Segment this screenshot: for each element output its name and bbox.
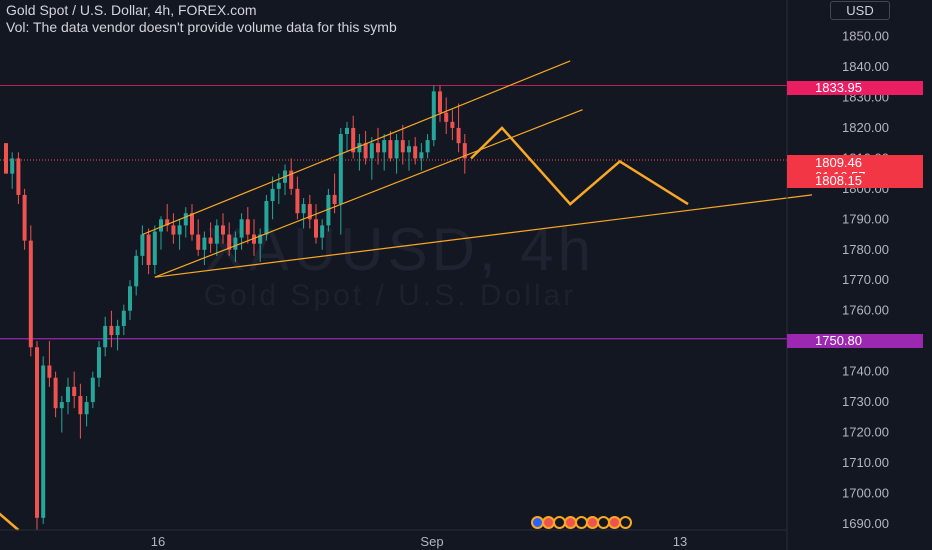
- candle-body: [320, 225, 325, 238]
- candle-body: [159, 219, 163, 232]
- price-tick-label: 1790.00: [842, 211, 889, 226]
- candle-body: [22, 194, 27, 241]
- price-tick-label: 1820.00: [842, 120, 889, 135]
- candle-body: [35, 347, 39, 518]
- candle-body: [425, 140, 430, 153]
- candle-body: [128, 286, 132, 311]
- candle-body: [115, 325, 120, 336]
- candle-body: [177, 225, 182, 235]
- time-tick-label: 16: [151, 534, 165, 549]
- candle-body: [16, 158, 21, 195]
- symbol-title: Gold Spot / U.S. Dollar, 4h, FOREX.com: [6, 2, 257, 18]
- candle-body: [270, 188, 275, 202]
- price-tick-label: 1710.00: [842, 455, 889, 470]
- candle-body: [59, 402, 64, 409]
- candle-body: [450, 121, 455, 128]
- price-tick-label: 1850.00: [842, 29, 889, 44]
- time-axis[interactable]: 16 Sep 13: [151, 534, 687, 549]
- candle-body: [109, 325, 114, 336]
- candle-body: [214, 225, 219, 244]
- candle-body: [338, 134, 343, 205]
- price-tick-label: 1760.00: [842, 303, 889, 318]
- candle-body: [363, 143, 368, 159]
- candle-body: [90, 377, 95, 403]
- candle-body: [171, 225, 176, 235]
- time-tick-label: 13: [673, 534, 687, 549]
- candle-body: [264, 201, 269, 235]
- candle-body: [314, 219, 318, 238]
- event-icon[interactable]: [619, 516, 632, 529]
- candle-body: [407, 146, 411, 153]
- candle-body: [196, 234, 201, 250]
- left-edge-projection: [0, 512, 20, 531]
- candle-body: [47, 365, 52, 378]
- candle-body: [245, 219, 250, 235]
- price-tick-label: 1780.00: [842, 242, 889, 257]
- resistance-price-tag: 1833.95: [787, 81, 923, 95]
- candle-body: [357, 143, 362, 153]
- candle-body: [413, 146, 418, 159]
- candle-body: [146, 234, 151, 265]
- watermark-name: Gold Spot / U.S. Dollar: [204, 279, 576, 312]
- candle-body: [183, 213, 188, 226]
- candle-body: [221, 225, 225, 235]
- candle-body: [103, 325, 108, 348]
- candle-body: [10, 158, 15, 174]
- time-tick-label: Sep: [420, 534, 443, 549]
- candle-body: [41, 365, 46, 518]
- upper-channel-line: [142, 60, 571, 236]
- candle-body: [369, 143, 374, 159]
- candle-body: [190, 213, 194, 235]
- candle-body: [72, 386, 77, 396]
- price-tick-label: 1740.00: [842, 364, 889, 379]
- currency-button[interactable]: USD: [830, 1, 890, 20]
- candle-body: [233, 237, 238, 250]
- candle-body: [444, 112, 449, 122]
- candle-body: [208, 237, 213, 244]
- candle-body: [97, 347, 101, 378]
- volume-note: Vol: The data vendor doesn't provide vol…: [6, 19, 397, 35]
- candle-body: [4, 143, 8, 174]
- bid-price-tag: 1808.15: [787, 174, 923, 188]
- candle-body: [295, 188, 300, 214]
- candle-body: [382, 140, 387, 153]
- candle-body: [66, 386, 70, 403]
- price-tick-label: 1840.00: [842, 59, 889, 74]
- candle-body: [419, 152, 424, 159]
- candle-body: [388, 140, 393, 159]
- price-tick-label: 1770.00: [842, 272, 889, 287]
- candle-body: [394, 140, 399, 159]
- candle-body: [438, 91, 442, 113]
- candle-body: [84, 402, 89, 415]
- candle-body: [134, 255, 139, 287]
- watermark-symbol: XAUUSD, 4h: [205, 216, 595, 283]
- candle-body: [345, 127, 349, 135]
- support-price-tag: 1750.80: [787, 334, 923, 348]
- candle-body: [53, 377, 58, 409]
- candle-body: [202, 237, 207, 250]
- candle-body: [28, 240, 33, 348]
- current-price: 1809.46: [815, 155, 862, 170]
- candle-body: [239, 219, 244, 238]
- price-tick-label: 1700.00: [842, 485, 889, 500]
- candle-body: [152, 231, 157, 265]
- candle-body: [276, 182, 281, 189]
- projected-path: [470, 126, 689, 206]
- candle-body: [121, 310, 126, 326]
- candle-body: [456, 127, 461, 144]
- price-axis[interactable]: 1850.001840.001830.001820.001810.001800.…: [842, 29, 889, 531]
- candle-body: [400, 140, 405, 153]
- candle-body: [301, 204, 306, 214]
- price-tick-label: 1720.00: [842, 425, 889, 440]
- candle-body: [376, 143, 380, 153]
- candle-body: [140, 234, 145, 256]
- candle-body: [78, 395, 83, 415]
- candle-body: [332, 194, 337, 205]
- price-tick-label: 1730.00: [842, 394, 889, 409]
- price-tick-label: 1690.00: [842, 516, 889, 531]
